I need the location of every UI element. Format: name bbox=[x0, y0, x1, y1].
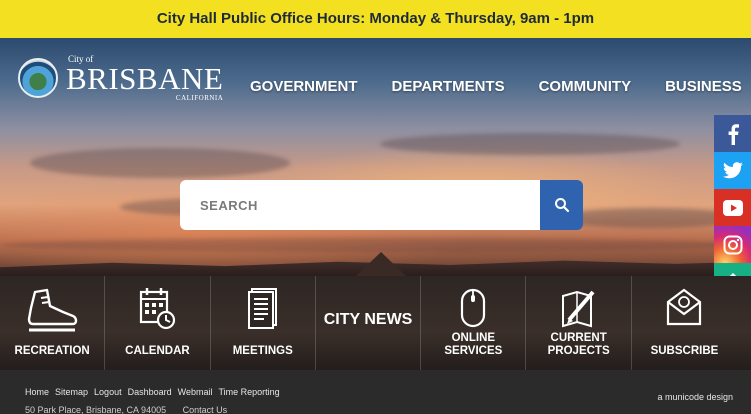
quicklink-label: CITY NEWS bbox=[323, 311, 413, 328]
envelope-icon bbox=[667, 288, 702, 326]
quicklink-label: CALENDAR bbox=[125, 345, 190, 357]
main-nav: GOVERNMENT DEPARTMENTS COMMUNITY BUSINES… bbox=[250, 78, 742, 95]
search-input[interactable] bbox=[180, 180, 545, 230]
nav-business[interactable]: BUSINESS bbox=[665, 78, 742, 95]
quicklink-subscribe[interactable]: SUBSCRIBE bbox=[632, 276, 737, 370]
footer-link-time-reporting[interactable]: Time Reporting bbox=[218, 387, 279, 397]
footer-link-home[interactable]: Home bbox=[25, 387, 49, 397]
alert-bar: City Hall Public Office Hours: Monday & … bbox=[0, 0, 751, 38]
footer: Home Sitemap Logout Dashboard Webmail Ti… bbox=[0, 370, 751, 414]
twitter-icon bbox=[722, 162, 743, 179]
footer-link-webmail[interactable]: Webmail bbox=[178, 387, 213, 397]
document-icon bbox=[247, 288, 277, 329]
quicklink-calendar[interactable]: CALENDAR bbox=[105, 276, 211, 370]
facebook-icon bbox=[728, 123, 739, 145]
shoe-icon bbox=[27, 288, 78, 332]
footer-links: Home Sitemap Logout Dashboard Webmail Ti… bbox=[25, 387, 286, 397]
nav-departments[interactable]: DEPARTMENTS bbox=[392, 78, 505, 95]
instagram-button[interactable] bbox=[714, 226, 751, 263]
quicklink-online-services[interactable]: ONLINE SERVICES bbox=[421, 276, 527, 370]
news-pointer bbox=[356, 252, 406, 276]
footer-address-row: 50 Park Place, Brisbane, CA 94005 Contac… bbox=[25, 405, 241, 414]
nav-government[interactable]: GOVERNMENT bbox=[250, 78, 358, 95]
quicklink-recreation[interactable]: RECREATION bbox=[0, 276, 106, 370]
quicklink-label: RECREATION bbox=[14, 345, 90, 357]
city-seal-icon bbox=[18, 58, 58, 98]
footer-link-dashboard[interactable]: Dashboard bbox=[128, 387, 172, 397]
search-button[interactable] bbox=[540, 180, 583, 230]
pencil-plan-icon bbox=[561, 290, 595, 328]
quicklink-label: SUBSCRIBE bbox=[650, 345, 719, 357]
calendar-icon bbox=[140, 288, 176, 330]
quicklink-label: CURRENT PROJECTS bbox=[547, 332, 610, 357]
youtube-button[interactable] bbox=[714, 189, 751, 226]
quicklink-label: ONLINE SERVICES bbox=[444, 332, 503, 357]
site-logo[interactable]: City of BRISBANE CALIFORNIA bbox=[18, 48, 223, 108]
search-bar bbox=[180, 180, 583, 230]
footer-contact-link[interactable]: Contact Us bbox=[183, 405, 228, 414]
nav-community[interactable]: COMMUNITY bbox=[539, 78, 632, 95]
mouse-icon bbox=[461, 288, 486, 328]
youtube-icon bbox=[722, 199, 743, 216]
footer-credit[interactable]: a municode design bbox=[657, 392, 733, 402]
footer-link-logout[interactable]: Logout bbox=[94, 387, 122, 397]
quicklink-current-projects[interactable]: CURRENT PROJECTS bbox=[526, 276, 632, 370]
quicklink-label: MEETINGS bbox=[232, 345, 293, 357]
social-bar bbox=[714, 115, 751, 300]
search-icon bbox=[554, 198, 569, 213]
logo-title: BRISBANE bbox=[66, 61, 224, 96]
twitter-button[interactable] bbox=[714, 152, 751, 189]
footer-link-sitemap[interactable]: Sitemap bbox=[55, 387, 88, 397]
facebook-button[interactable] bbox=[714, 115, 751, 152]
quicklink-meetings[interactable]: MEETINGS bbox=[211, 276, 316, 370]
instagram-icon bbox=[723, 235, 742, 254]
footer-address: 50 Park Place, Brisbane, CA 94005 bbox=[25, 405, 167, 414]
quick-links: RECREATION CALENDAR MEETINGS CITY NEWS O… bbox=[0, 276, 751, 370]
quicklink-city-news[interactable]: CITY NEWS bbox=[316, 276, 422, 370]
